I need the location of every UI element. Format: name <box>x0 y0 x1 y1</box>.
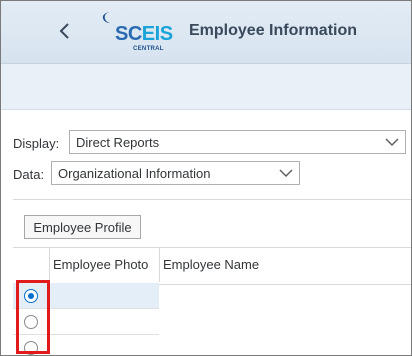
chevron-left-icon <box>59 23 69 39</box>
shell-bar: SCEIS CENTRAL Employee Information <box>1 1 411 64</box>
moon-icon <box>102 12 110 23</box>
table-row[interactable] <box>13 309 411 335</box>
employee-photo-cell <box>49 335 159 355</box>
row-select-cell <box>13 283 49 309</box>
column-header-label: Employee Photo <box>53 257 149 272</box>
app-frame: SCEIS CENTRAL Employee Information Displ… <box>0 0 412 356</box>
chevron-down-icon <box>385 138 399 146</box>
display-select[interactable]: Direct Reports <box>69 130 406 154</box>
page-title: Employee Information <box>189 22 358 39</box>
display-select-value: Direct Reports <box>76 135 160 150</box>
logo-brand: SCEIS <box>115 23 173 45</box>
employee-profile-button[interactable]: Employee Profile <box>24 215 141 239</box>
sub-header <box>1 64 411 110</box>
row-select-cell <box>13 309 49 335</box>
row-radio-button[interactable] <box>24 315 38 329</box>
sceis-logo: SCEIS CENTRAL <box>97 11 173 55</box>
column-header-label: Employee Name <box>163 257 260 272</box>
data-label: Data: <box>13 167 45 182</box>
table-row[interactable] <box>13 335 411 355</box>
employee-photo-cell <box>49 309 159 335</box>
chevron-down-icon <box>279 169 293 177</box>
data-select-value: Organizational Information <box>58 166 211 181</box>
data-select[interactable]: Organizational Information <box>51 161 300 185</box>
header-employee-photo[interactable]: Employee Photo <box>49 248 160 282</box>
table-row[interactable] <box>13 283 411 309</box>
row-radio-button[interactable] <box>24 289 38 303</box>
row-radio-button[interactable] <box>24 341 38 355</box>
employee-photo-cell <box>49 283 159 309</box>
row-select-cell <box>13 335 49 355</box>
header-select-column <box>13 248 50 282</box>
back-button[interactable] <box>53 17 77 45</box>
header-employee-name[interactable]: Employee Name <box>159 248 411 282</box>
display-label: Display: <box>13 136 60 151</box>
divider <box>13 199 411 200</box>
logo-subtitle: CENTRAL <box>133 46 164 52</box>
